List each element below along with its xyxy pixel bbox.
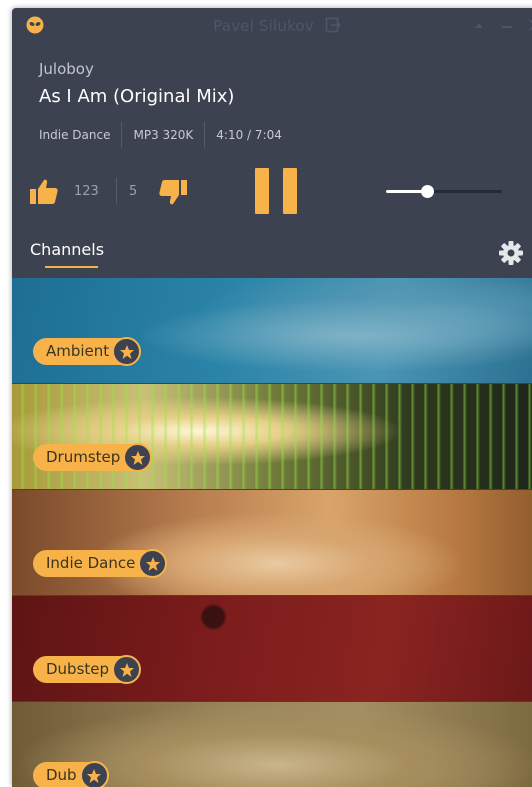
star-icon[interactable] xyxy=(112,337,142,366)
star-icon[interactable] xyxy=(112,655,142,684)
channel-label: Drumstep xyxy=(33,444,133,471)
channel-ambient[interactable]: Ambient xyxy=(12,278,532,383)
track-genre: Indie Dance xyxy=(39,128,111,142)
tab-channels[interactable]: Channels xyxy=(30,240,104,259)
divider xyxy=(204,122,206,148)
channel-dub[interactable]: Dub xyxy=(12,702,532,787)
channel-background xyxy=(12,278,532,383)
channel-badge: Indie Dance xyxy=(33,549,168,578)
collapse-icon[interactable] xyxy=(472,18,486,32)
channel-badge: Dub xyxy=(33,761,109,787)
channel-label: Indie Dance xyxy=(33,550,148,577)
window-controls xyxy=(472,18,532,32)
user-name: Pavel Silukov xyxy=(213,17,314,35)
pause-button[interactable] xyxy=(255,168,299,214)
close-icon[interactable] xyxy=(528,18,532,32)
channel-list: Ambient Drumstep Indie Dance Dubstep Dub xyxy=(12,278,532,787)
divider xyxy=(116,178,117,204)
dislike-count: 5 xyxy=(129,184,138,199)
minimize-icon[interactable] xyxy=(500,18,514,32)
player-window: Pavel Silukov Juloboy As I Am (Original … xyxy=(12,8,532,787)
volume-slider[interactable] xyxy=(386,185,502,198)
channel-background xyxy=(12,596,532,701)
channel-background xyxy=(12,384,532,489)
pause-icon xyxy=(283,168,297,214)
divider xyxy=(121,122,123,148)
gear-icon[interactable] xyxy=(498,240,524,266)
channel-drumstep[interactable]: Drumstep xyxy=(12,384,532,489)
track-artist: Juloboy xyxy=(39,60,94,78)
tab-underline xyxy=(45,266,98,268)
track-meta: Indie Dance MP3 320K 4:10 / 7:04 xyxy=(39,122,282,148)
channel-badge: Ambient xyxy=(33,337,142,366)
window-title: Pavel Silukov xyxy=(12,17,532,37)
star-icon[interactable] xyxy=(79,761,109,787)
track-format: MP3 320K xyxy=(133,128,194,142)
title-bar: Pavel Silukov xyxy=(12,8,532,44)
channel-dubstep[interactable]: Dubstep xyxy=(12,596,532,701)
thumbs-up-icon[interactable] xyxy=(29,176,59,206)
channel-badge: Drumstep xyxy=(33,443,153,472)
channel-indie-dance[interactable]: Indie Dance xyxy=(12,490,532,595)
track-title: As I Am (Original Mix) xyxy=(39,86,235,107)
like-count: 123 xyxy=(74,184,99,199)
channel-badge: Dubstep xyxy=(33,655,142,684)
track-time: 4:10 / 7:04 xyxy=(216,128,282,142)
star-icon[interactable] xyxy=(123,443,153,472)
star-icon[interactable] xyxy=(138,549,168,578)
pause-icon xyxy=(255,168,269,214)
channel-label: Ambient xyxy=(33,338,122,365)
logout-icon[interactable] xyxy=(325,17,342,37)
channel-background xyxy=(12,490,532,595)
volume-knob[interactable] xyxy=(420,185,434,198)
playback-controls: 123 5 xyxy=(12,168,532,228)
thumbs-down-icon[interactable] xyxy=(158,178,188,208)
channel-label: Dubstep xyxy=(33,656,122,683)
